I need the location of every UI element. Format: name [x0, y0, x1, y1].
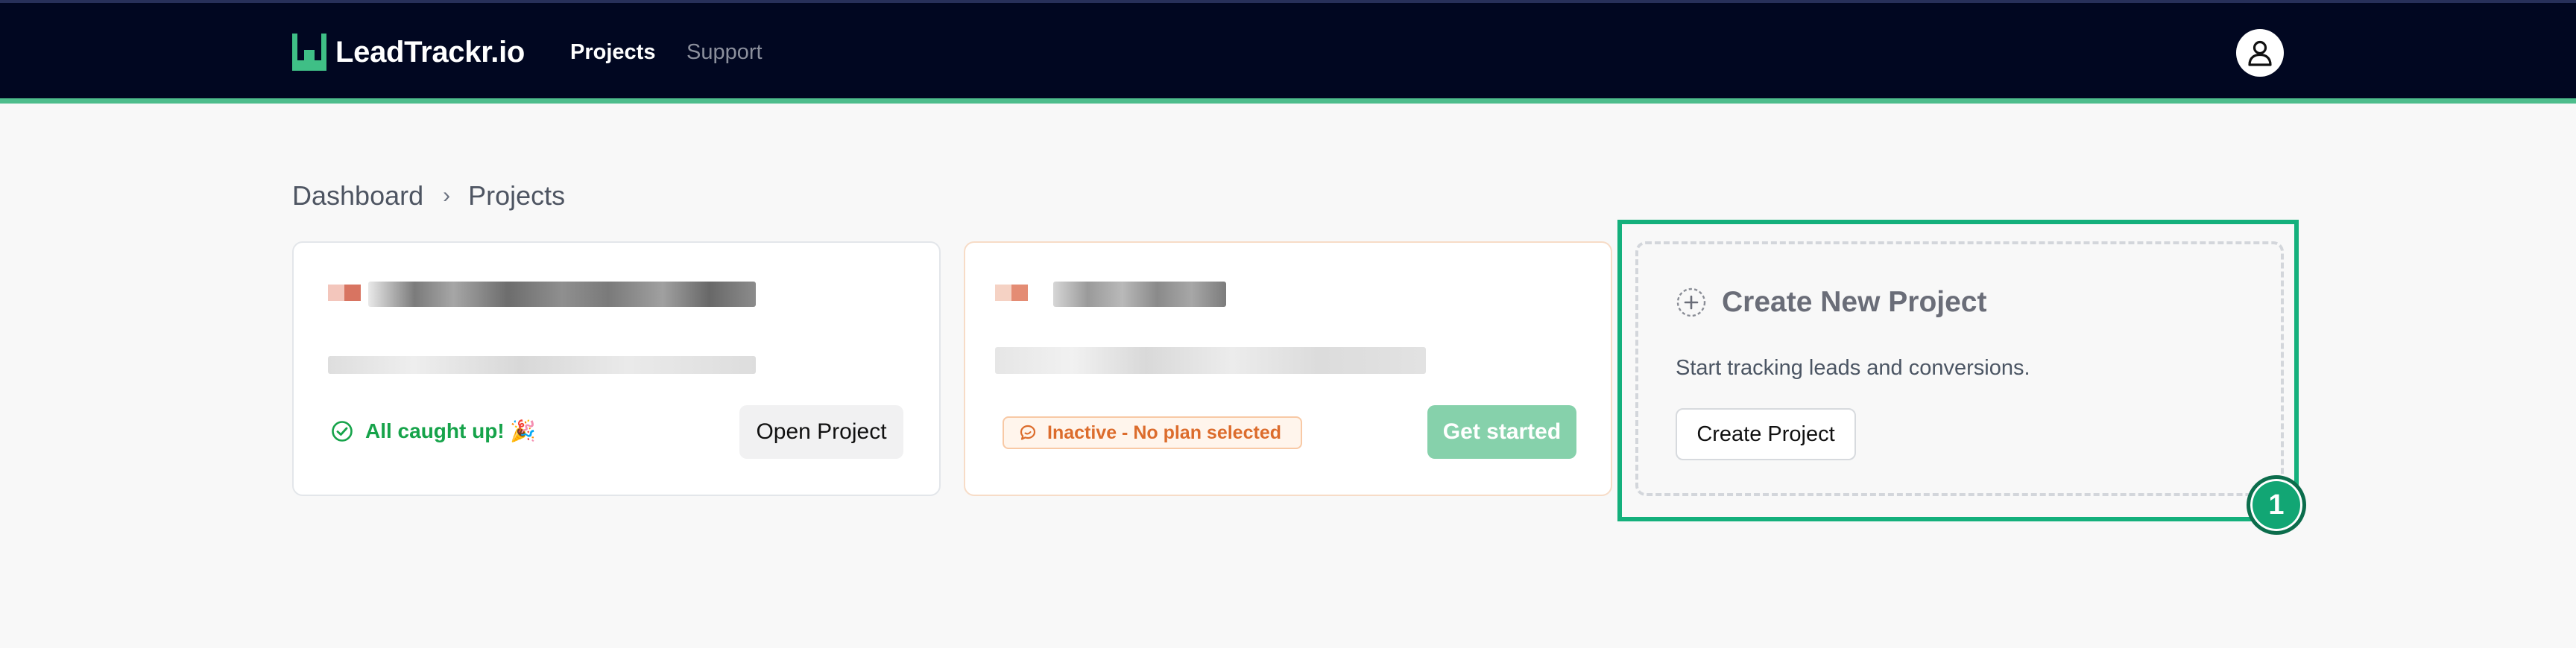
create-project-title: Create New Project	[1722, 286, 1987, 318]
chat-bubble-icon	[1020, 425, 1036, 440]
project-url-redacted	[995, 347, 1426, 374]
create-project-title-row: Create New Project	[1676, 286, 1986, 319]
status-caught-up: All caught up! 🎉	[331, 419, 536, 443]
annotation-step-badge: 1	[2247, 475, 2306, 535]
brand[interactable]: LeadTrackr.io	[292, 33, 525, 72]
project-name-redacted	[1053, 282, 1226, 307]
status-text: Inactive - No plan selected	[1047, 422, 1281, 443]
breadcrumb-projects: Projects	[468, 180, 566, 211]
chevron-right-icon: ›	[443, 183, 451, 208]
project-favicon-redacted	[328, 285, 361, 301]
project-url-redacted	[328, 356, 756, 374]
status-badge-inactive: Inactive - No plan selected	[1003, 416, 1302, 449]
brand-name: LeadTrackr.io	[335, 35, 525, 69]
create-project-button[interactable]: Create Project	[1676, 408, 1856, 460]
leadtrackr-logo-icon	[292, 34, 326, 71]
project-card: Inactive - No plan selected Get started	[964, 241, 1612, 496]
check-circle-icon	[332, 420, 353, 442]
nav-link-projects[interactable]: Projects	[570, 40, 655, 65]
nav-link-support[interactable]: Support	[686, 40, 763, 65]
open-project-button[interactable]: Open Project	[739, 405, 903, 459]
status-text: All caught up! 🎉	[365, 419, 537, 442]
get-started-button[interactable]: Get started	[1427, 405, 1576, 459]
breadcrumb-dashboard[interactable]: Dashboard	[292, 180, 423, 212]
breadcrumb: Dashboard › Projects	[292, 180, 565, 212]
create-project-description: Start tracking leads and conversions.	[1676, 356, 2030, 380]
user-avatar-button[interactable]	[2236, 29, 2284, 77]
top-navbar: LeadTrackr.io Projects Support	[0, 0, 2576, 104]
create-project-card[interactable]: Create New Project Start tracking leads …	[1635, 241, 2284, 496]
project-card: All caught up! 🎉 Open Project	[292, 241, 941, 496]
user-avatar-icon	[2248, 40, 2272, 66]
project-name-redacted	[368, 282, 756, 307]
dashed-plus-circle-icon	[1676, 288, 1706, 317]
project-favicon-redacted	[995, 285, 1028, 301]
